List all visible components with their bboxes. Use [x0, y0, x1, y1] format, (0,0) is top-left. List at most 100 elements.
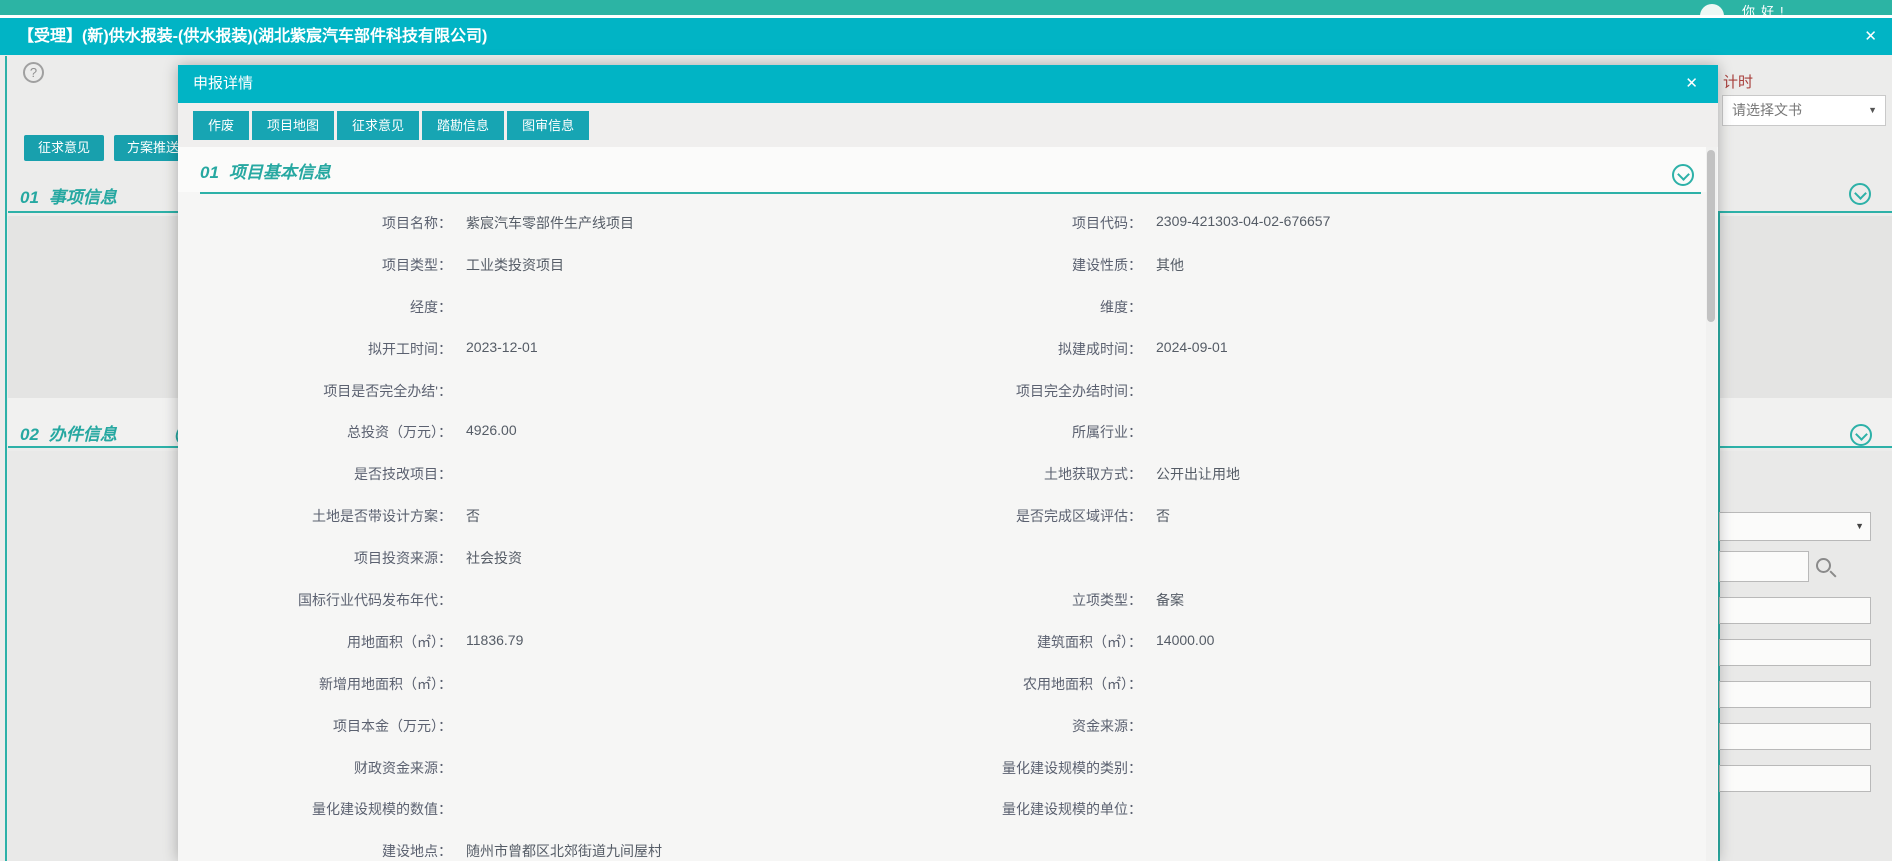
- field-pair: 项目代码：2309-421303-04-02-676657: [948, 213, 1678, 233]
- field-value: 其他: [1156, 255, 1184, 275]
- window-close-icon[interactable]: ✕: [1859, 18, 1882, 55]
- left-accent-border: [5, 56, 7, 861]
- field-pair: 是否完成区域评估： 否: [948, 506, 1678, 526]
- modal-close-icon[interactable]: ✕: [1681, 65, 1702, 103]
- scrollbar-thumb[interactable]: [1707, 150, 1715, 322]
- right-panel-select[interactable]: ▼: [1719, 512, 1871, 541]
- field-pair: 资金来源：: [948, 716, 1678, 736]
- form-row: 经度：维度：: [178, 286, 1706, 328]
- document-select[interactable]: 请选择文书 ▼: [1722, 95, 1886, 126]
- modal-tab-1[interactable]: 项目地图: [252, 111, 334, 140]
- field-label: 国标行业代码发布年代：: [200, 590, 452, 610]
- form-row: 土地是否带设计方案：否是否完成区域评估： 否: [178, 495, 1706, 537]
- form-row: 新增用地面积（㎡）： 农用地面积（㎡）：: [178, 663, 1706, 705]
- field-label: 项目名称：: [200, 213, 452, 233]
- field-value: 工业类投资项目: [466, 255, 564, 275]
- form-row: 项目投资来源： 社会投资: [178, 537, 1706, 579]
- field-pair: 项目完全办结时间：: [948, 381, 1678, 401]
- field-label: 土地是否带设计方案：: [200, 506, 452, 526]
- field-label: 维度：: [948, 297, 1142, 317]
- window-titlebar: 【受理】(新)供水报装-(供水报装)(湖北紫宸汽车部件科技有限公司) ✕: [0, 18, 1892, 55]
- field-pair: 新增用地面积（㎡）：: [178, 674, 948, 694]
- chevron-down-icon[interactable]: [1849, 183, 1871, 205]
- modal-tab-bar: 作废项目地图征求意见踏勘信息图审信息: [178, 103, 1718, 147]
- form-row: 财政资金来源：量化建设规模的类别：: [178, 747, 1706, 789]
- modal-tab-0[interactable]: 作废: [193, 111, 249, 140]
- field-value: 社会投资: [466, 548, 522, 568]
- field-pair: 量化建设规模的数值：: [178, 799, 948, 819]
- project-basic-info-title: 01 项目基本信息: [200, 158, 331, 183]
- form-row: 项目类型： 工业类投资项目 建设性质： 其他: [178, 244, 1706, 286]
- consult-opinion-button[interactable]: 征求意见: [24, 135, 104, 161]
- section-title: 办件信息: [49, 425, 117, 444]
- field-label: 是否完成区域评估：: [948, 506, 1142, 526]
- field-label: 项目类型：: [200, 255, 452, 275]
- help-icon[interactable]: ?: [23, 62, 44, 83]
- field-pair: 项目本金（万元）：: [178, 716, 948, 736]
- section-matter-info-title: 01事项信息: [20, 183, 117, 208]
- field-value: 备案: [1156, 590, 1184, 610]
- field-pair: 建设性质： 其他: [948, 255, 1678, 275]
- field-value: 否: [1156, 506, 1170, 526]
- field-value: 随州市曾都区北郊街道九间屋村: [466, 841, 662, 861]
- field-label: 项目投资来源：: [200, 548, 452, 568]
- field-value: 14000.00: [1156, 632, 1214, 652]
- modal-header: 申报详情 ✕: [178, 65, 1718, 103]
- window-title: 【受理】(新)供水报装-(供水报装)(湖北紫宸汽车部件科技有限公司): [18, 18, 487, 55]
- chevron-down-icon[interactable]: [1850, 424, 1872, 446]
- field-pair: 项目名称：紫宸汽车零部件生产线项目: [178, 213, 948, 233]
- caret-down-icon: ▼: [1855, 513, 1864, 540]
- field-label: 建筑面积（㎡）：: [948, 632, 1142, 652]
- field-label: 量化建设规模的单位：: [948, 799, 1142, 819]
- field-label: 拟建成时间：: [948, 339, 1142, 359]
- field-label: 农用地面积（㎡）：: [948, 674, 1142, 694]
- chevron-down-icon[interactable]: [1672, 164, 1694, 186]
- section-number: 01: [200, 163, 219, 182]
- field-pair: 拟建成时间： 2024-09-01: [948, 339, 1678, 359]
- form-row: 拟开工时间： 2023-12-01 拟建成时间： 2024-09-01: [178, 328, 1706, 370]
- search-icon[interactable]: [1816, 558, 1831, 573]
- timer-label: 计时: [1723, 71, 1753, 92]
- field-label: 量化建设规模的数值：: [200, 799, 452, 819]
- field-label: 建设性质：: [948, 255, 1142, 275]
- right-panel-input-4[interactable]: [1719, 765, 1871, 792]
- form-row: 项目是否完全办结'：项目完全办结时间：: [178, 370, 1706, 412]
- field-value: 2023-12-01: [466, 339, 538, 359]
- right-panel-input-0[interactable]: [1719, 597, 1871, 624]
- modal-tab-4[interactable]: 图审信息: [507, 111, 589, 140]
- form-row: 国标行业代码发布年代： 立项类型：备案: [178, 579, 1706, 621]
- field-label: 项目代码：: [948, 213, 1142, 233]
- field-pair: 土地是否带设计方案：否: [178, 506, 948, 526]
- field-value: 4926.00: [466, 422, 517, 442]
- modal-tab-3[interactable]: 踏勘信息: [422, 111, 504, 140]
- field-label: 新增用地面积（㎡）：: [200, 674, 452, 694]
- field-pair: 国标行业代码发布年代：: [178, 590, 948, 610]
- field-pair: 量化建设规模的类别：: [948, 758, 1678, 778]
- section-case-info-title: 02 办件信息: [20, 420, 117, 445]
- field-pair: 项目是否完全办结'：: [178, 381, 948, 401]
- section-title: 项目基本信息: [229, 163, 331, 182]
- user-avatar[interactable]: [1700, 4, 1724, 15]
- field-label: 拟开工时间：: [200, 339, 452, 359]
- field-label: 所属行业：: [948, 422, 1142, 442]
- right-panel-input-1[interactable]: [1719, 639, 1871, 666]
- field-value: 11836.79: [466, 632, 523, 652]
- field-label: 土地获取方式：: [948, 464, 1142, 484]
- form-row: 总投资（万元）：4926.00所属行业：: [178, 411, 1706, 453]
- field-label: 项目完全办结时间：: [948, 381, 1142, 401]
- field-pair: 土地获取方式：公开出让用地: [948, 464, 1678, 484]
- field-pair: 建设地点：随州市曾都区北郊街道九间屋村: [178, 841, 948, 861]
- field-value: 2024-09-01: [1156, 339, 1228, 359]
- field-pair: 立项类型：备案: [948, 590, 1678, 610]
- field-pair: 总投资（万元）：4926.00: [178, 422, 948, 442]
- right-panel-search-input[interactable]: [1719, 551, 1809, 582]
- modal-tab-2[interactable]: 征求意见: [337, 111, 419, 140]
- caret-down-icon: ▼: [1868, 96, 1877, 125]
- form-row: 项目名称：紫宸汽车零部件生产线项目项目代码：2309-421303-04-02-…: [178, 202, 1706, 244]
- right-panel-input-2[interactable]: [1719, 681, 1871, 708]
- section-number: 02: [20, 425, 39, 444]
- user-greeting: 你好!: [1742, 1, 1790, 15]
- field-pair: 量化建设规模的单位：: [948, 799, 1678, 819]
- right-panel-input-3[interactable]: [1719, 723, 1871, 750]
- section-header-band: [178, 147, 1706, 192]
